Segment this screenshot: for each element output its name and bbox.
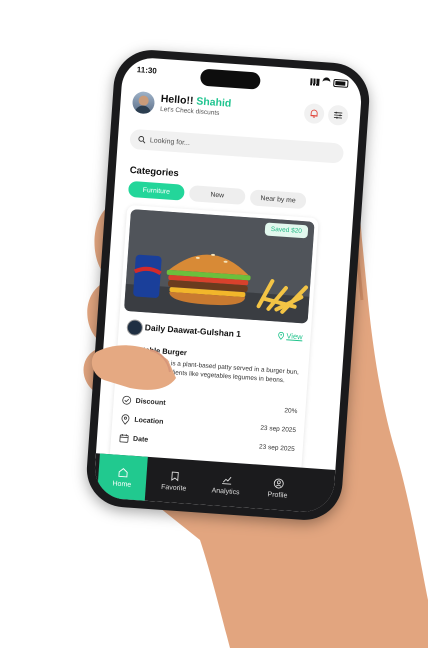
location-pin-icon <box>278 331 284 340</box>
detail-date: Date 23 sep 2025 <box>119 433 295 457</box>
restaurant-logo <box>126 319 144 337</box>
sliders-icon <box>333 111 343 119</box>
bell-icon <box>310 109 318 118</box>
search-placeholder: Looking for... <box>149 136 191 147</box>
notifications-button[interactable] <box>303 102 325 125</box>
tab-label: Analytics <box>211 486 240 496</box>
dish-name: Vegetable Burger <box>125 344 188 358</box>
tab-home[interactable]: Home <box>96 453 148 501</box>
tab-profile[interactable]: Profile <box>252 464 303 511</box>
check-circle-icon <box>122 395 132 405</box>
phone-frame: 11:30 Hello!! Shahid Let's Check discunt… <box>84 47 372 523</box>
detail-value: 20% <box>284 407 298 416</box>
detail-label: Discount <box>135 397 166 407</box>
search-input[interactable]: Looking for... <box>129 128 345 164</box>
profile-icon <box>273 478 284 488</box>
battery-icon <box>333 78 349 88</box>
avatar[interactable] <box>131 90 156 115</box>
categories-title: Categories <box>129 164 180 180</box>
detail-label: Date <box>132 435 149 444</box>
dynamic-island <box>199 68 261 90</box>
detail-value: 23 sep 2025 <box>260 424 297 435</box>
dish-description: A veggie burger is a plant-based patty s… <box>123 356 300 385</box>
status-icons <box>310 76 349 89</box>
wifi-icon <box>322 77 331 88</box>
app-screen: 11:30 Hello!! Shahid Let's Check discunt… <box>92 56 364 514</box>
view-label: View <box>286 331 303 342</box>
chart-icon <box>221 476 231 485</box>
offer-card[interactable]: Saved $20 Daily Daawat-Gulshan 1 View Ve… <box>109 204 319 476</box>
header: Hello!! Shahid Let's Check discunts <box>131 89 351 134</box>
status-time: 11:30 <box>136 65 158 76</box>
signal-icon <box>310 77 320 86</box>
greeting-text: Hello!! <box>160 92 197 108</box>
category-chips: Furniture New Near by me <box>127 180 307 210</box>
tab-label: Profile <box>267 490 288 500</box>
chip-furniture[interactable]: Furniture <box>127 180 185 201</box>
filter-button[interactable] <box>327 104 349 126</box>
home-icon <box>117 467 128 477</box>
detail-label: Location <box>134 416 164 426</box>
search-icon <box>138 136 146 144</box>
bookmark-icon <box>170 471 179 481</box>
chip-new[interactable]: New <box>188 185 246 205</box>
detail-value: 23 sep 2025 <box>258 443 295 454</box>
tab-favorite[interactable]: Favorite <box>149 457 200 504</box>
chip-near-by-me[interactable]: Near by me <box>249 189 307 210</box>
calendar-icon <box>119 433 129 443</box>
restaurant-name: Daily Daawat-Gulshan 1 <box>144 322 242 340</box>
tab-label: Favorite <box>160 483 187 493</box>
tab-analytics[interactable]: Analytics <box>201 461 252 508</box>
tab-label: Home <box>112 479 132 489</box>
location-pin-icon <box>121 414 130 425</box>
user-name: Shahid <box>195 95 232 110</box>
burger-image: Saved $20 <box>123 209 315 324</box>
view-link[interactable]: View <box>277 331 303 342</box>
